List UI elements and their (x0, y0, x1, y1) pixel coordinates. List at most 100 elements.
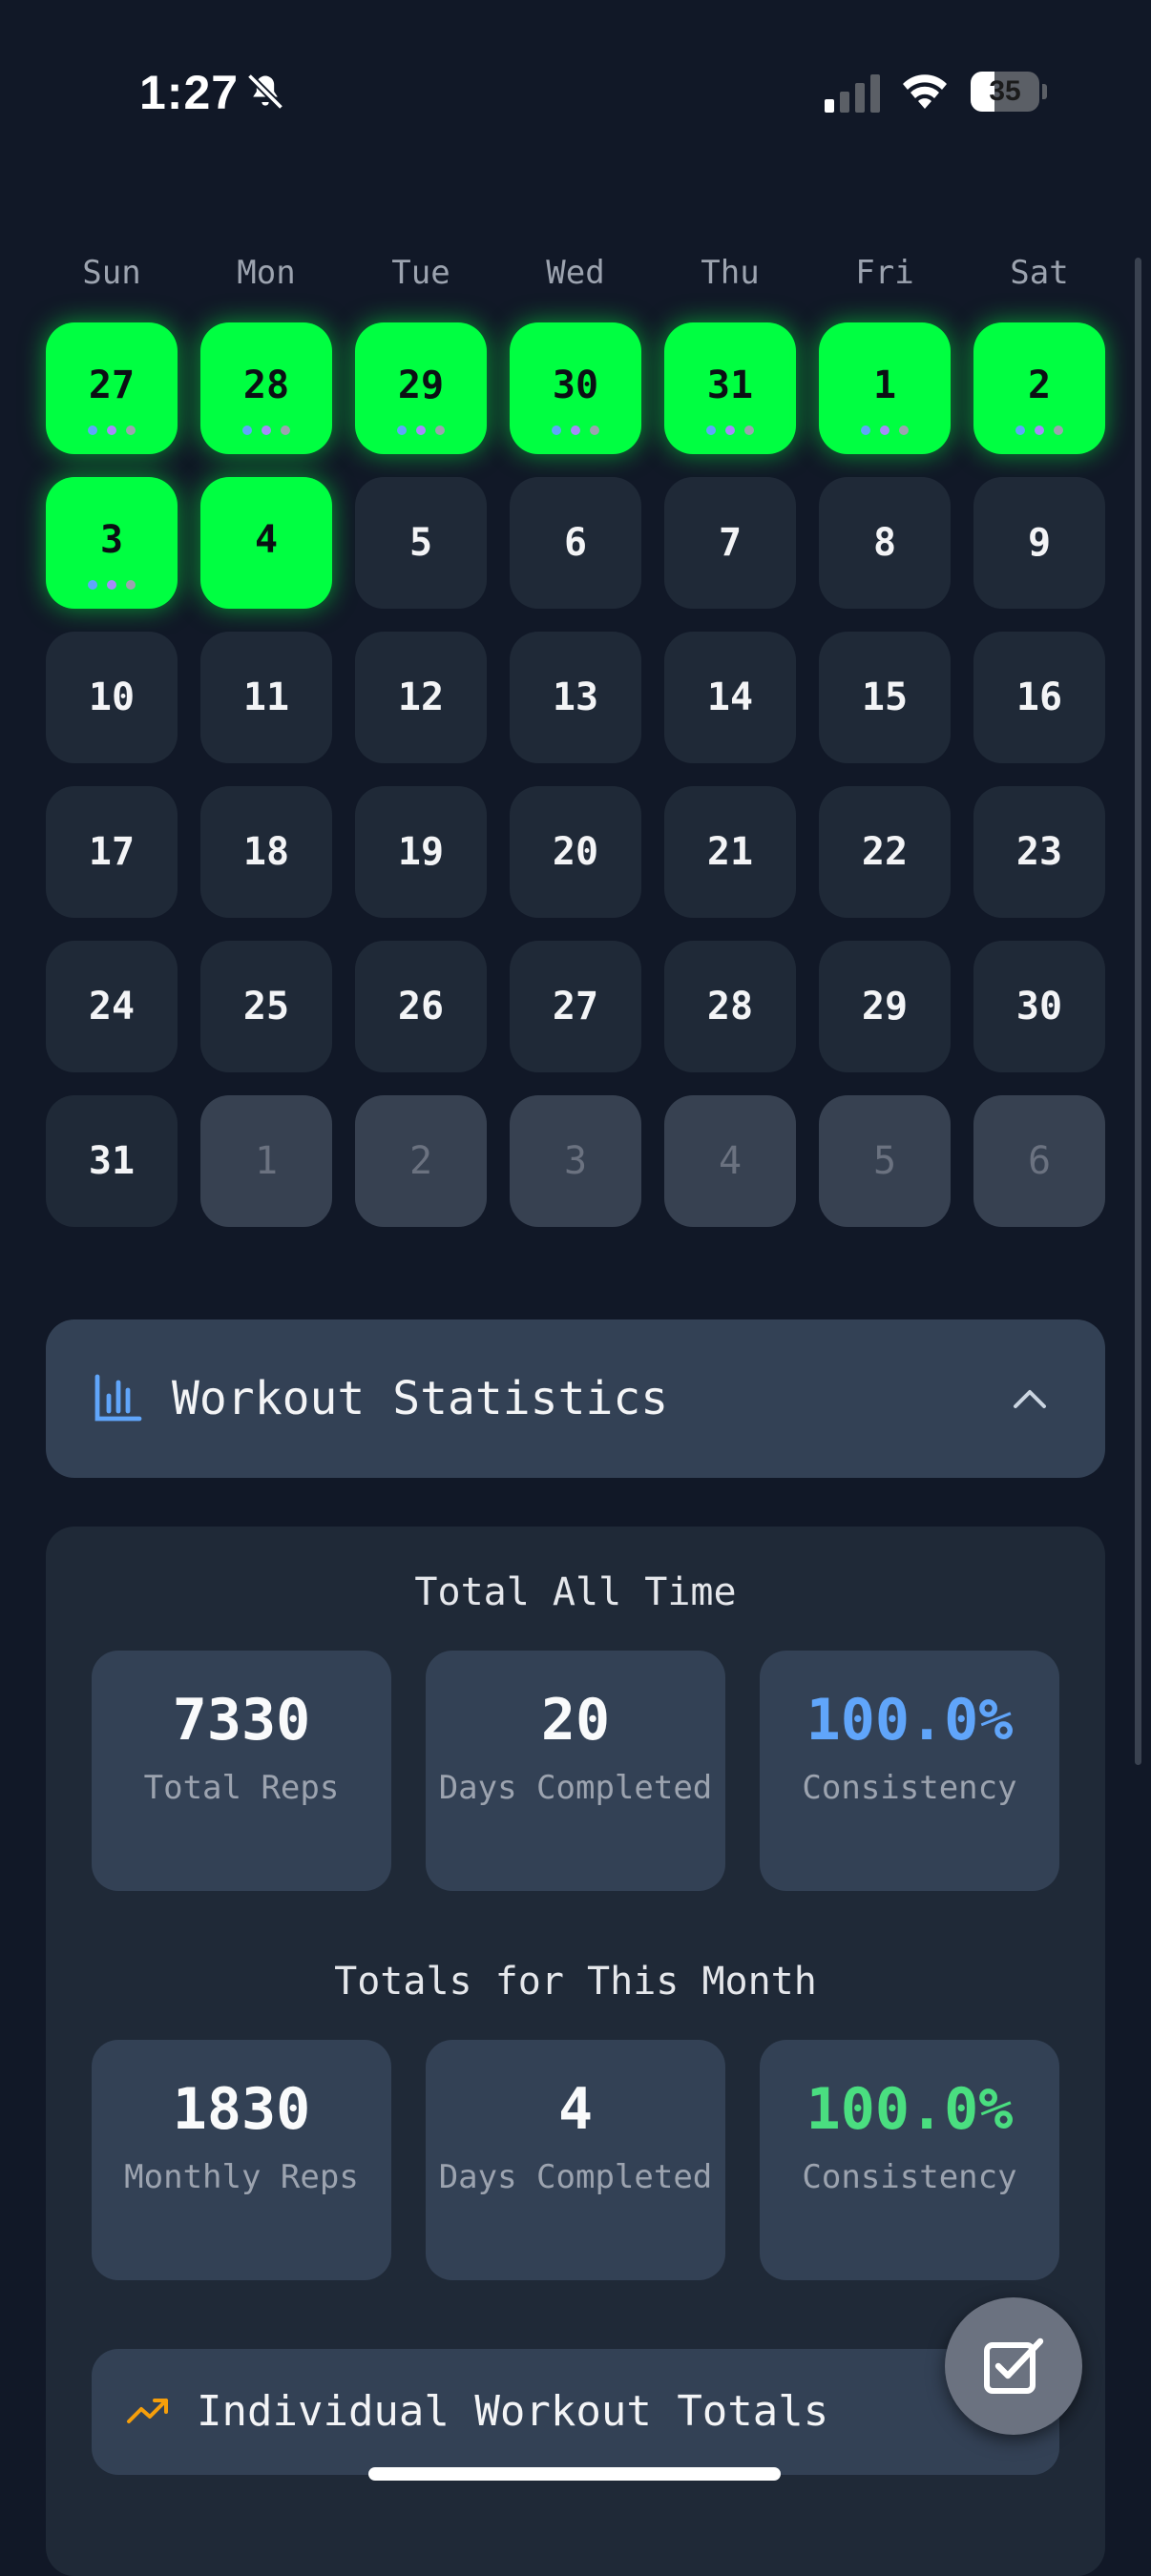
calendar-day[interactable]: 10 (46, 632, 178, 763)
calendar-day-number: 24 (88, 985, 136, 1028)
calendar-day[interactable]: 9 (973, 477, 1105, 609)
calendar-day[interactable]: 18 (200, 786, 332, 918)
workout-statistics-header[interactable]: Workout Statistics (46, 1319, 1105, 1478)
calendar-day[interactable]: 29 (819, 941, 951, 1072)
weekday-label: Mon (237, 254, 296, 292)
battery-level: 35 (989, 75, 1021, 107)
all-time-title: Total All Time (414, 1570, 737, 1614)
stat-value: 20 (540, 1687, 611, 1754)
calendar-day[interactable]: 29 (355, 322, 487, 454)
calendar-day[interactable]: 14 (664, 632, 796, 763)
calendar-day-number: 2 (408, 1139, 433, 1183)
calendar-day[interactable]: 27 (510, 941, 641, 1072)
calendar-day[interactable]: 30 (510, 322, 641, 454)
stat-card: 7330 Total Reps (92, 1651, 391, 1891)
calendar-day-number: 15 (861, 675, 909, 719)
scrollbar[interactable] (1135, 258, 1141, 1765)
calendar-day[interactable]: 31 (664, 322, 796, 454)
calendar-day[interactable]: 19 (355, 786, 487, 918)
calendar-day-number: 20 (552, 830, 599, 874)
stat-label: Days Completed (438, 2158, 713, 2196)
calendar-day[interactable]: 26 (355, 941, 487, 1072)
chevron-up-icon[interactable] (1010, 1381, 1050, 1415)
calendar-day[interactable]: 20 (510, 786, 641, 918)
workout-dots (973, 426, 1105, 435)
calendar-day[interactable]: 21 (664, 786, 796, 918)
workout-dot (706, 426, 716, 435)
calendar-day-number: 4 (254, 518, 279, 562)
calendar-day[interactable]: 17 (46, 786, 178, 918)
calendar-day-number: 31 (88, 1139, 136, 1183)
calendar-day[interactable]: 31 (46, 1095, 178, 1227)
calendar-day-number: 12 (397, 675, 445, 719)
bell-slash-icon (246, 73, 284, 111)
workout-dots (355, 426, 487, 435)
individual-workout-totals-label: Individual Workout Totals (197, 2387, 829, 2436)
calendar-day[interactable]: 23 (973, 786, 1105, 918)
workout-dots (510, 426, 641, 435)
calendar-day[interactable]: 28 (200, 322, 332, 454)
calendar-day[interactable]: 24 (46, 941, 178, 1072)
calendar-day[interactable]: 5 (355, 477, 487, 609)
calendar-day-number: 19 (397, 830, 445, 874)
workout-dots (46, 580, 178, 590)
calendar-day-number: 13 (552, 675, 599, 719)
weekday-label: Fri (855, 254, 914, 292)
workout-dot (571, 426, 580, 435)
calendar-day[interactable]: 12 (355, 632, 487, 763)
calendar-day[interactable]: 2 (973, 322, 1105, 454)
calendar-day[interactable]: 1 (819, 322, 951, 454)
calendar-day[interactable]: 1 (200, 1095, 332, 1227)
calendar-day[interactable]: 15 (819, 632, 951, 763)
calendar-day[interactable]: 8 (819, 477, 951, 609)
calendar-day[interactable]: 3 (46, 477, 178, 609)
calendar-day[interactable]: 7 (664, 477, 796, 609)
calendar-day[interactable]: 27 (46, 322, 178, 454)
workout-dot (242, 426, 252, 435)
calendar-day-number: 4 (718, 1139, 743, 1183)
workout-dot (744, 426, 754, 435)
calendar-day-number: 18 (242, 830, 290, 874)
stat-value: 100.0% (806, 1687, 1014, 1754)
calendar-day[interactable]: 4 (200, 477, 332, 609)
calendar-day[interactable]: 25 (200, 941, 332, 1072)
calendar-day[interactable]: 3 (510, 1095, 641, 1227)
calendar-day-number: 25 (242, 985, 290, 1028)
calendar-day[interactable]: 2 (355, 1095, 487, 1227)
workout-dot (880, 426, 889, 435)
workout-dots (46, 426, 178, 435)
individual-workout-totals-button[interactable]: Individual Workout Totals (92, 2349, 1059, 2475)
month-title: Totals for This Month (334, 1960, 817, 2004)
workout-dot (281, 426, 290, 435)
workout-dot (861, 426, 870, 435)
calendar-day[interactable]: 6 (510, 477, 641, 609)
calendar-day[interactable]: 4 (664, 1095, 796, 1227)
status-time: 1:27 (139, 66, 240, 119)
workout-dot (107, 580, 116, 590)
stat-card: 20 Days Completed (426, 1651, 725, 1891)
calendar-day[interactable]: 22 (819, 786, 951, 918)
stat-label: Consistency (802, 1769, 1017, 1807)
stat-card: 4 Days Completed (426, 2040, 725, 2280)
workout-dot (1035, 426, 1044, 435)
stat-value: 1830 (172, 2076, 311, 2143)
calendar-day[interactable]: 6 (973, 1095, 1105, 1227)
workout-dot (397, 426, 407, 435)
log-workout-fab[interactable] (945, 2297, 1082, 2435)
calendar-day[interactable]: 16 (973, 632, 1105, 763)
calendar-day[interactable]: 5 (819, 1095, 951, 1227)
calendar-day-number: 7 (718, 521, 743, 565)
calendar-day[interactable]: 13 (510, 632, 641, 763)
workout-dot (1015, 426, 1025, 435)
workout-dot (590, 426, 599, 435)
calendar-day-number: 3 (563, 1139, 588, 1183)
calendar-day-number: 30 (1015, 985, 1063, 1028)
stat-label: Days Completed (438, 1769, 713, 1807)
calendar-day[interactable]: 11 (200, 632, 332, 763)
calendar-day[interactable]: 30 (973, 941, 1105, 1072)
home-indicator (368, 2467, 781, 2481)
workout-dots (664, 426, 796, 435)
calendar-day[interactable]: 28 (664, 941, 796, 1072)
calendar-day-number: 5 (872, 1139, 897, 1183)
weekday-label: Sun (82, 254, 141, 292)
